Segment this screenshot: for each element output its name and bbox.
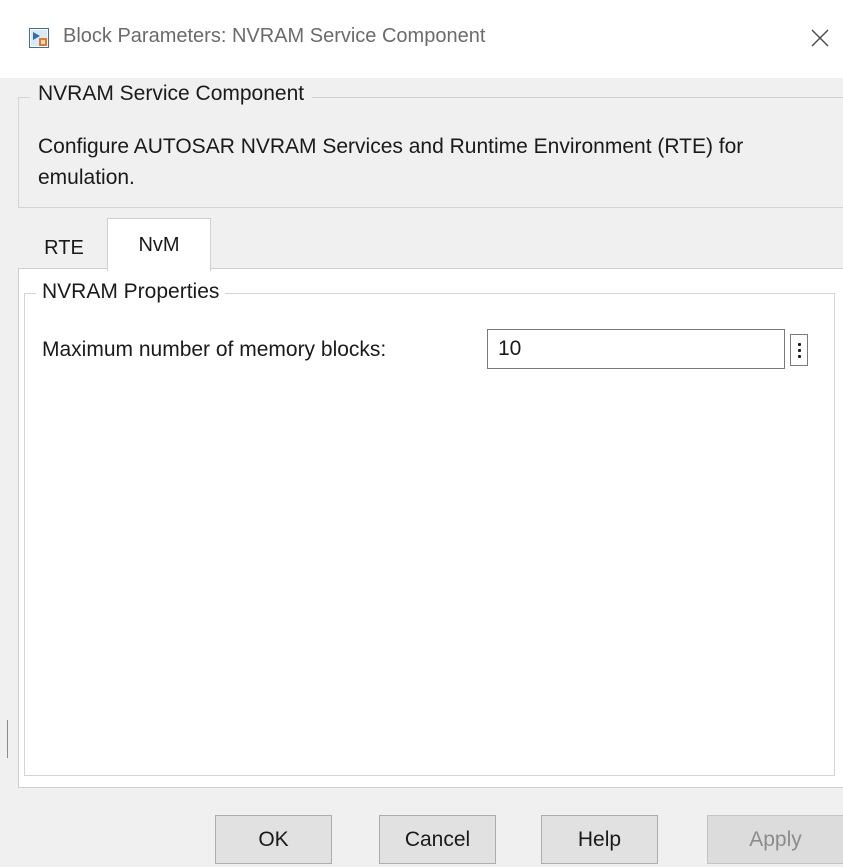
- window-resize-edge[interactable]: [7, 720, 8, 758]
- window-title: Block Parameters: NVRAM Service Componen…: [63, 25, 486, 47]
- tab-nvm[interactable]: NvM: [107, 218, 211, 271]
- more-options-button[interactable]: [790, 334, 808, 366]
- tab-rte[interactable]: RTE: [22, 228, 106, 268]
- help-button[interactable]: Help: [541, 815, 658, 864]
- close-icon: [811, 29, 829, 47]
- tab-rte-label: RTE: [44, 236, 84, 259]
- vertical-ellipsis-icon: [797, 342, 801, 346]
- block-description: Configure AUTOSAR NVRAM Services and Run…: [38, 135, 744, 189]
- simulink-block-icon: [29, 28, 49, 48]
- max-memory-blocks-label: Maximum number of memory blocks:: [42, 338, 387, 361]
- close-button[interactable]: [800, 18, 840, 58]
- apply-button[interactable]: Apply: [707, 815, 843, 864]
- cancel-button[interactable]: Cancel: [379, 815, 496, 864]
- ok-button[interactable]: OK: [215, 815, 332, 864]
- nvram-properties-title: NVRAM Properties: [36, 280, 226, 304]
- tab-nvm-label: NvM: [138, 233, 180, 256]
- description-group-title: NVRAM Service Component: [30, 82, 313, 106]
- max-memory-blocks-input[interactable]: [487, 329, 785, 369]
- window-titlebar[interactable]: Block Parameters: NVRAM Service Componen…: [0, 0, 843, 78]
